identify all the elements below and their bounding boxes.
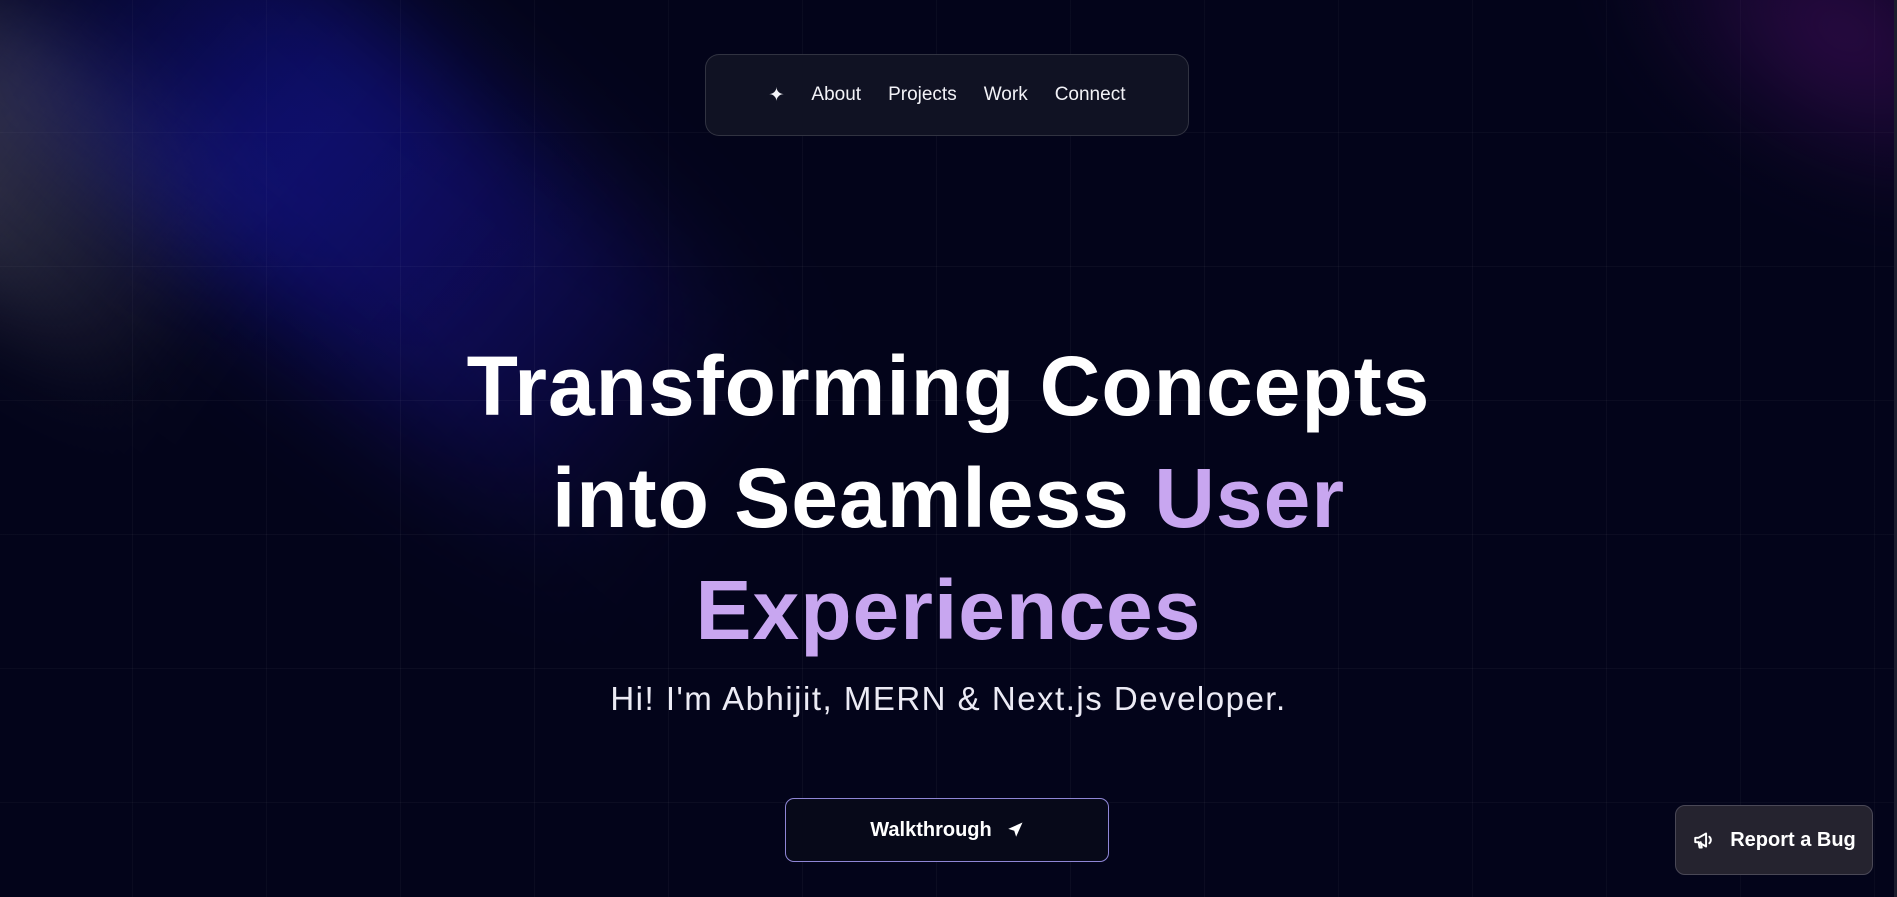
top-navigation: ✦ About Projects Work Connect — [705, 54, 1189, 136]
nav-link-connect[interactable]: Connect — [1055, 84, 1126, 106]
report-bug-button[interactable]: Report a Bug — [1675, 805, 1873, 875]
hero-subtitle: Hi! I'm Abhijit, MERN & Next.js Develope… — [610, 680, 1287, 717]
hero-heading: Transforming Concepts into Seamless User… — [0, 330, 1897, 666]
hero-heading-accent-user: User — [1154, 451, 1346, 545]
hero-heading-accent-experiences: Experiences — [695, 563, 1202, 657]
walkthrough-label: Walkthrough — [870, 818, 992, 841]
nav-link-about[interactable]: About — [811, 84, 861, 106]
report-bug-label: Report a Bug — [1730, 828, 1856, 851]
hero-section: Transforming Concepts into Seamless User… — [0, 330, 1897, 666]
hero-heading-line-2: into Seamless — [551, 451, 1155, 545]
sparkle-icon[interactable]: ✦ — [769, 86, 785, 105]
nav-link-projects[interactable]: Projects — [888, 84, 957, 106]
megaphone-icon — [1692, 827, 1718, 853]
hero-heading-line-1: Transforming Concepts — [466, 339, 1431, 433]
nav-link-work[interactable]: Work — [984, 84, 1028, 106]
page: ✦ About Projects Work Connect Transformi… — [0, 0, 1897, 897]
send-arrow-icon — [1006, 821, 1024, 839]
walkthrough-button[interactable]: Walkthrough — [785, 798, 1109, 862]
